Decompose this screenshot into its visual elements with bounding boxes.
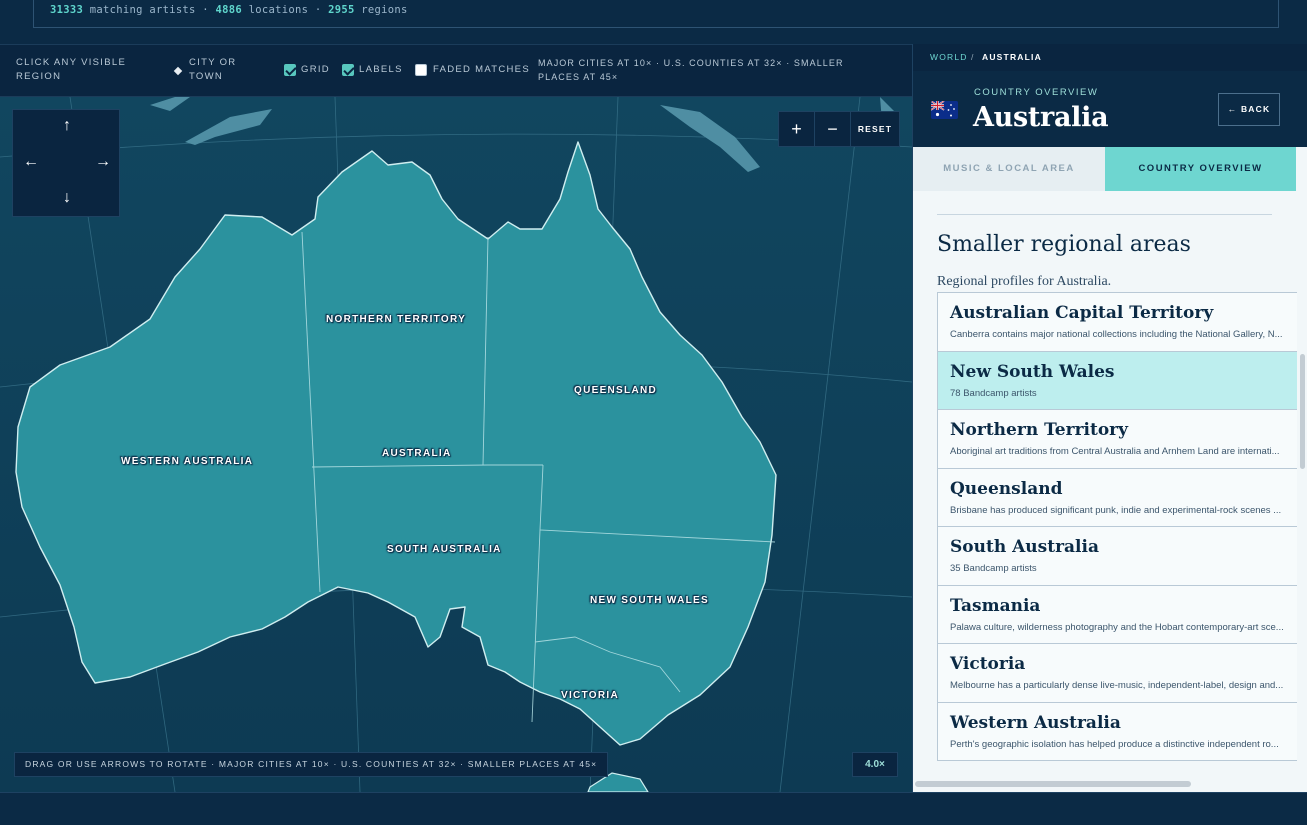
rotate-arrows: ↑ ← → ↓ [12, 109, 120, 217]
breadcrumb: WORLD / AUSTRALIA [913, 44, 1307, 71]
section-divider [937, 214, 1272, 215]
list-item[interactable]: Northern Territory Aboriginal art tradit… [938, 410, 1297, 469]
region-name: New South Wales [950, 361, 1115, 382]
zoom-level: 4.0× [852, 752, 898, 777]
region-name: Australian Capital Territory [950, 303, 1214, 323]
arrow-down-icon[interactable]: ↓ [54, 185, 80, 211]
panel-tabs: MUSIC & LOCAL AREA COUNTRY OVERVIEW [913, 147, 1307, 191]
rotate-hint: DRAG OR USE ARROWS TO ROTATE · MAJOR CIT… [14, 752, 609, 777]
faded-matches-checkbox[interactable] [415, 64, 427, 76]
faded-matches-label[interactable]: FADED MATCHES [433, 63, 530, 77]
regions-count: 2955 [328, 4, 355, 16]
city-marker-icon [173, 66, 183, 76]
australia-flag-icon [931, 101, 958, 119]
label-northern-territory[interactable]: NORTHERN TERRITORY [326, 314, 466, 325]
grid-label[interactable]: GRID [301, 63, 330, 77]
stats-text: 31333 matching artists · 4886 locations … [50, 4, 408, 16]
region-name: Tasmania [950, 595, 1041, 616]
zoom-controls: + − RESET [778, 111, 900, 147]
scale-note: MAJOR CITIES AT 10× · U.S. COUNTIES AT 3… [538, 58, 844, 82]
section-subtitle: Regional profiles for Australia. [937, 274, 1112, 289]
section-title: Smaller regional areas [937, 232, 1191, 257]
city-legend-label: CITY OR TOWN [189, 57, 237, 82]
arrow-up-icon[interactable]: ↑ [54, 113, 80, 139]
australia-mainland[interactable] [15, 141, 777, 746]
label-queensland[interactable]: QUEENSLAND [574, 385, 657, 396]
breadcrumb-current: AUSTRALIA [982, 52, 1042, 62]
region-desc: Canberra contains major national collect… [950, 329, 1283, 340]
list-item[interactable]: Victoria Melbourne has a particularly de… [938, 644, 1297, 703]
region-name: Queensland [950, 478, 1063, 499]
locations-count: 4886 [215, 4, 243, 16]
artists-count: 31333 [50, 4, 84, 16]
region-name: Northern Territory [950, 420, 1129, 440]
back-button[interactable]: ← BACK [1218, 93, 1280, 126]
region-name: Victoria [950, 654, 1026, 674]
region-desc: Melbourne has a particularly dense live-… [950, 680, 1284, 691]
breadcrumb-world[interactable]: WORLD [930, 52, 968, 62]
zoom-out-button[interactable]: − [815, 112, 851, 146]
list-item[interactable]: New South Wales 78 Bandcamp artists [938, 351, 1297, 410]
list-item[interactable]: South Australia 35 Bandcamp artists [938, 527, 1297, 586]
region-desc: Brisbane has produced significant punk, … [950, 504, 1282, 516]
arrow-left-icon[interactable]: ← [18, 149, 44, 175]
list-item[interactable]: Western Australia Perth's geographic iso… [938, 703, 1297, 761]
panel-title: Australia [973, 102, 1109, 133]
list-item[interactable]: Queensland Brisbane has produced signifi… [938, 469, 1297, 527]
label-victoria[interactable]: VICTORIA [561, 690, 619, 701]
label-south-australia[interactable]: SOUTH AUSTRALIA [387, 544, 502, 555]
labels-checkbox[interactable] [342, 64, 354, 76]
label-australia[interactable]: AUSTRALIA [382, 448, 451, 459]
map-controls: CLICK ANY VISIBLE REGION CITY OR TOWN GR… [0, 44, 912, 97]
region-desc: Perth's geographic isolation has helped … [950, 738, 1279, 750]
label-new-south-wales[interactable]: NEW SOUTH WALES [590, 595, 709, 606]
regional-areas-list: Australian Capital Territory Canberra co… [937, 292, 1297, 761]
grid-checkbox[interactable] [284, 64, 296, 76]
locations-label: locations · [248, 4, 322, 16]
vertical-scrollbar[interactable] [1300, 354, 1305, 469]
regions-label: regions [361, 4, 408, 16]
region-desc: Aboriginal art traditions from Central A… [950, 446, 1280, 457]
panel-subtitle: COUNTRY OVERVIEW [974, 87, 1099, 98]
panel-header: COUNTRY OVERVIEW Australia ← BACK [913, 71, 1307, 147]
labels-label[interactable]: LABELS [359, 63, 403, 77]
region-name: South Australia [950, 537, 1099, 557]
horizontal-scrollbar[interactable] [915, 781, 1191, 787]
artists-label: matching artists · [89, 4, 209, 16]
bottom-strip [0, 792, 1307, 825]
map-canvas[interactable]: NORTHERN TERRITORY QUEENSLAND WESTERN AU… [0, 97, 912, 792]
tab-country-overview[interactable]: COUNTRY OVERVIEW [1105, 147, 1296, 191]
region-name: Western Australia [950, 712, 1121, 733]
list-item[interactable]: Australian Capital Territory Canberra co… [938, 293, 1297, 352]
zoom-in-button[interactable]: + [779, 112, 815, 146]
label-western-australia[interactable]: WESTERN AUSTRALIA [121, 456, 253, 467]
region-desc: 78 Bandcamp artists [950, 387, 1037, 399]
region-desc: Palawa culture, wilderness photography a… [950, 621, 1284, 633]
list-item[interactable]: Tasmania Palawa culture, wilderness phot… [938, 586, 1297, 644]
map-svg[interactable] [0, 97, 912, 792]
region-panel: WORLD / AUSTRALIA COUNTRY OVERVIEW Austr… [912, 44, 1307, 792]
arrow-right-icon[interactable]: → [90, 149, 116, 175]
region-desc: 35 Bandcamp artists [950, 563, 1037, 574]
tab-music-local-area[interactable]: MUSIC & LOCAL AREA [913, 147, 1105, 191]
stats-bar: 31333 matching artists · 4886 locations … [33, 0, 1279, 28]
breadcrumb-separator: / [971, 52, 975, 62]
reset-button[interactable]: RESET [851, 112, 899, 146]
click-hint: CLICK ANY VISIBLE REGION [16, 57, 127, 82]
